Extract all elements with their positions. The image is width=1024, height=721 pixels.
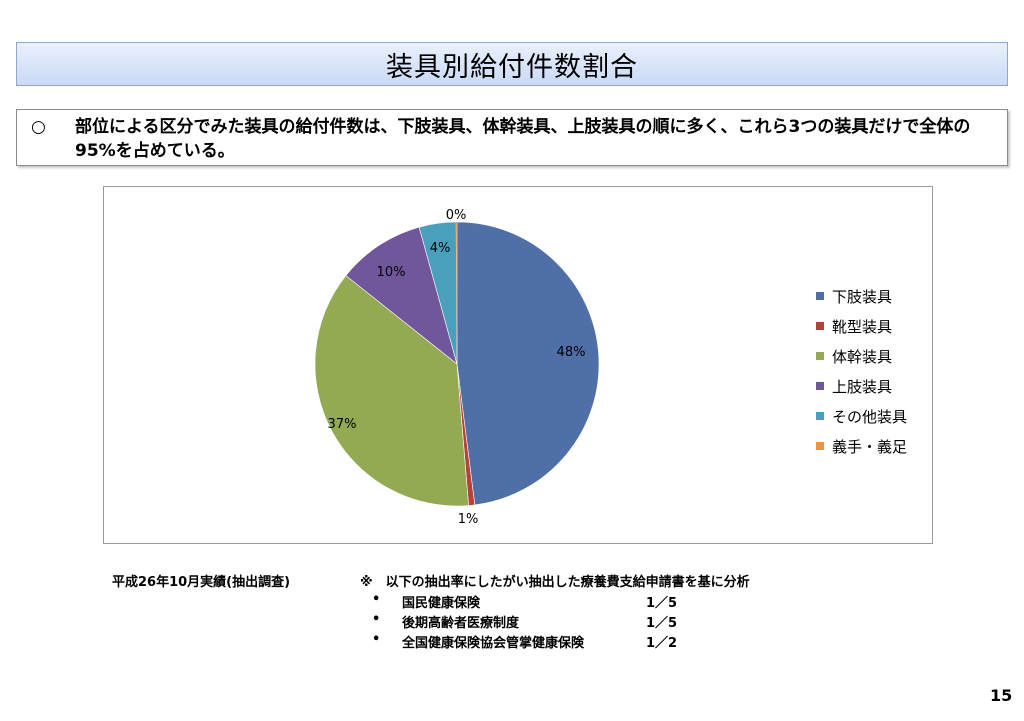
legend-item: その他装具 <box>816 401 931 431</box>
legend-label: 上肢装具 <box>832 377 893 396</box>
footnote-bullet: • <box>372 612 381 627</box>
footnote-note: ※ 以下の抽出率にしたがい抽出した療養費支給申請書を基に分析 <box>360 575 750 590</box>
pie-data-label: 0% <box>446 208 467 223</box>
chart-frame: 48% 1% 37% 10% 4% 0% 下肢装具靴型装具体幹装具上肢装具その他装具義手・… <box>103 186 933 544</box>
legend-label: 体幹装具 <box>832 347 893 366</box>
legend-item: 体幹装具 <box>816 341 931 371</box>
legend-item: 靴型装具 <box>816 311 931 341</box>
summary-bullet-mark: ○ <box>31 117 46 137</box>
legend-label: その他装具 <box>832 407 908 426</box>
page-title: 装具別給付件数割合 <box>386 51 638 83</box>
footnote-item-ratio: 1／2 <box>646 636 678 651</box>
footnote-item-name: 国民健康保険 <box>402 596 481 611</box>
legend-label: 義手・義足 <box>832 437 908 456</box>
legend-swatch <box>816 322 824 330</box>
summary-text: 部位による区分でみた装具の給付件数は、下肢装具、体幹装具、上肢装具の順に多く、こ… <box>75 117 971 161</box>
legend-item: 義手・義足 <box>816 431 931 461</box>
legend-label: 下肢装具 <box>832 287 893 306</box>
footnote-item-ratio: 1／5 <box>646 596 678 611</box>
legend-item: 上肢装具 <box>816 371 931 401</box>
pie-slice-1 <box>456 221 600 506</box>
legend-swatch <box>816 292 824 300</box>
legend-item: 下肢装具 <box>816 281 931 311</box>
legend-swatch <box>816 382 824 390</box>
footnote-bullet: • <box>372 632 381 647</box>
footnote-item-ratio: 1／5 <box>646 616 678 631</box>
title-bar: 装具別給付件数割合 <box>16 42 1008 86</box>
legend-swatch <box>816 412 824 420</box>
summary-box: ○ 部位による区分でみた装具の給付件数は、下肢装具、体幹装具、上肢装具の順に多く… <box>16 109 1008 166</box>
footnote-period: 平成26年10月実績(抽出調査) <box>112 575 291 590</box>
legend-swatch <box>816 352 824 360</box>
chart-legend: 下肢装具靴型装具体幹装具上肢装具その他装具義手・義足 <box>816 281 931 461</box>
pie-chart: 48% 1% 37% 10% 4% 0% <box>314 208 600 527</box>
pie-data-label: 1% <box>458 512 479 527</box>
legend-label: 靴型装具 <box>832 317 893 336</box>
footnote-item-name: 全国健康保険協会管掌健康保険 <box>402 636 585 651</box>
page-number: 15 <box>990 686 1013 705</box>
pie-data-label: 10% <box>377 265 406 280</box>
pie-data-label: 48% <box>557 345 586 360</box>
legend-swatch <box>816 442 824 450</box>
footnote-item-name: 後期高齢者医療制度 <box>402 616 520 631</box>
pie-data-label: 37% <box>328 417 357 432</box>
footnote-bullet: • <box>372 592 381 607</box>
pie-data-label: 4% <box>430 241 451 256</box>
